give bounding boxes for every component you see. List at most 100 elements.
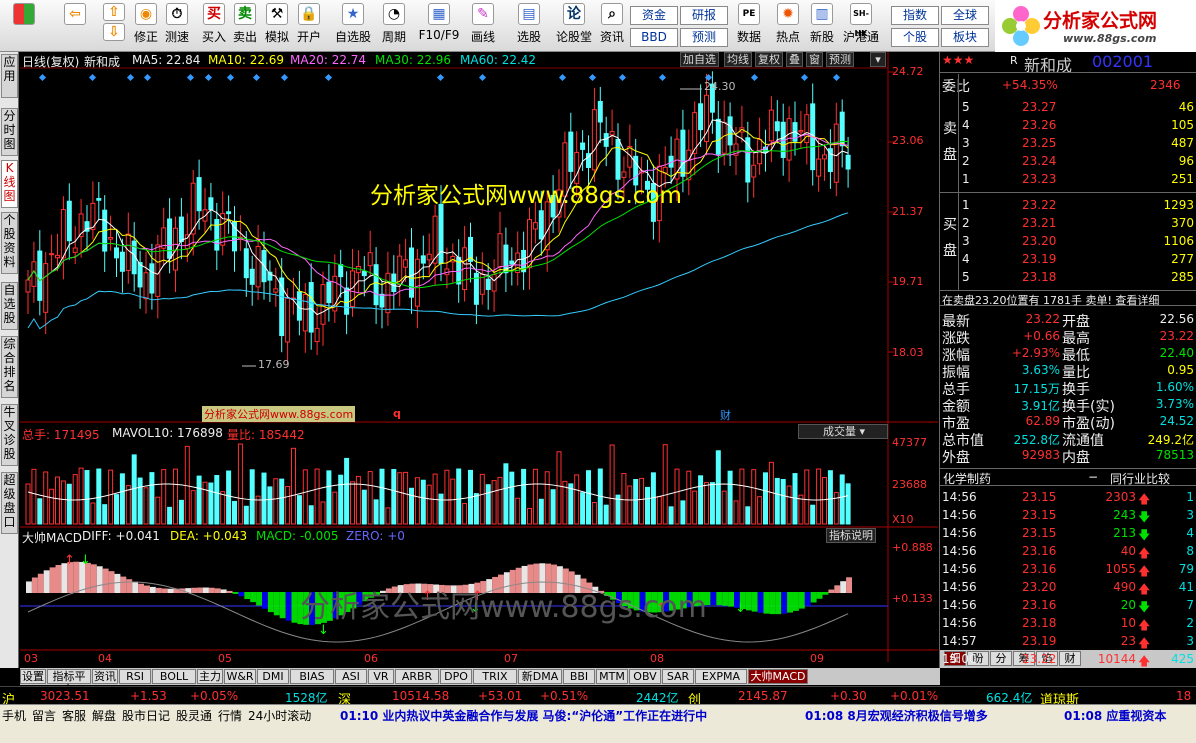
panel-tab[interactable]: 财 [1059, 651, 1081, 666]
tab-intraday[interactable]: 分时图 [1, 108, 18, 156]
buy-price[interactable]: 23.18 [1022, 270, 1056, 284]
buy-price[interactable]: 23.22 [1022, 198, 1056, 212]
sh-index[interactable]: 3023.51 [40, 689, 90, 703]
back-icon[interactable]: ⇦ [58, 3, 92, 49]
indicator-tab[interactable]: EXPMA [695, 669, 747, 684]
data-button[interactable]: PE 数据 [735, 3, 763, 49]
tab-watchlist[interactable]: 自选股 [1, 282, 18, 330]
indicator-tab[interactable]: OBV [629, 669, 661, 684]
indicator-tab[interactable]: MTM [596, 669, 628, 684]
global-button[interactable]: 全球 [941, 6, 989, 25]
sell-price[interactable]: 23.27 [1022, 100, 1056, 114]
kline-canvas[interactable]: ↑ ↓↑↓↑↓↑ ↓ [20, 52, 938, 668]
buy-price[interactable]: 23.20 [1022, 234, 1056, 248]
tab-kline[interactable]: K线图 [1, 160, 18, 208]
buy-price[interactable]: 23.21 [1022, 216, 1056, 230]
period-button[interactable]: ◔ 周期 [377, 3, 411, 49]
ipo-button[interactable]: ▥ 新股 [808, 3, 836, 49]
indicator-tab[interactable]: BIAS [290, 669, 334, 684]
sell-price[interactable]: 23.24 [1022, 154, 1056, 168]
indicator-tab[interactable]: BBI [563, 669, 595, 684]
indicator-tab[interactable]: DMI [257, 669, 289, 684]
hk-connect-button[interactable]: SH-HK 沪港通 [842, 3, 880, 49]
big-order-notice[interactable]: 在卖盘23.20位置有 1781手 卖单! 查看详细 [942, 292, 1159, 308]
tab-apps[interactable]: 应用 [1, 54, 18, 98]
panel-tab[interactable]: 分 [990, 651, 1012, 666]
indicator-tab[interactable]: TRIX [473, 669, 517, 684]
industry-toggle-icon[interactable]: − [1088, 470, 1098, 484]
ma-button[interactable]: 均线 [724, 52, 752, 67]
indicator-tab[interactable]: ARBR [395, 669, 439, 684]
footer-link[interactable]: 股市日记 [122, 707, 170, 724]
indicator-tab[interactable]: DPO [440, 669, 472, 684]
macd-bar [722, 592, 729, 606]
indicator-tab[interactable]: VR [368, 669, 394, 684]
news-button[interactable]: ⌕ 资讯 [598, 3, 626, 49]
indicator-tab[interactable]: 主力 [197, 669, 223, 684]
sell-button[interactable]: 卖卖出 [231, 3, 259, 49]
buy-button[interactable]: 买买入 [200, 3, 228, 49]
indicator-tab[interactable]: BOLL [152, 669, 196, 684]
stock-picker-button[interactable]: ▤ 选股 [512, 3, 546, 49]
footer-link[interactable]: 解盘 [92, 707, 116, 724]
window-button[interactable]: 窗 [806, 52, 823, 67]
indicator-tab[interactable]: RSI [119, 669, 151, 684]
news-item-2[interactable]: 01:08 8月宏观经济积极信号增多 [805, 707, 988, 724]
footer-link[interactable]: 24小时滚动 [248, 707, 311, 724]
indicator-tab[interactable]: 指标平台 [47, 669, 91, 696]
research-button[interactable]: 研报 [680, 6, 728, 25]
tab-ranking[interactable]: 综合排名 [1, 336, 18, 398]
tab-profile[interactable]: 个股资料 [1, 212, 18, 274]
indicator-tab[interactable]: 大帅MACD [748, 669, 808, 684]
sell-price[interactable]: 23.25 [1022, 136, 1056, 150]
simulate-button[interactable]: ⚒ 模拟 [263, 3, 291, 49]
footer-link[interactable]: 行情 [218, 707, 242, 724]
sell-price[interactable]: 23.23 [1022, 172, 1056, 186]
indicator-tab[interactable]: 设置 [20, 669, 46, 684]
news-item-3[interactable]: 01:08 应重视资本 [1064, 707, 1166, 724]
macd-bar [208, 587, 215, 593]
open-account-button[interactable]: 🔒 开户 [295, 3, 323, 49]
sector-button[interactable]: 板块 [941, 28, 989, 47]
forum-button[interactable]: 论论股堂 [555, 3, 593, 49]
add-watchlist-button[interactable]: 加自选 [680, 52, 719, 67]
indicator-tab[interactable]: W&R [224, 669, 256, 684]
indicator-tab[interactable]: ASI [335, 669, 367, 684]
f10-button[interactable]: ▦ F10/F9 [418, 3, 460, 49]
industry-compare-button[interactable]: 同行业比较 [1110, 470, 1170, 487]
stocks-button[interactable]: 个股 [891, 28, 939, 47]
app-logo-icon[interactable] [4, 3, 44, 49]
sz-index[interactable]: 10514.58 [392, 689, 449, 703]
indicator-tab[interactable]: SAR [662, 669, 694, 684]
kline-chart-area[interactable]: ↑ ↓ ↑ ↓ ↑ ↓ ↑ ↓ 日线(复权) 新和成 MA5: 22.84 MA10: 22.… [20, 52, 938, 668]
bbd-button[interactable]: BBD [630, 28, 678, 47]
quote-value-2: 1.60% [1155, 380, 1194, 394]
tab-orderbook[interactable]: 超级盘口 [1, 472, 18, 534]
news-item-1[interactable]: 01:10 业内热议中英金融合作与发展 马俊:“沪伦通”工作正在进行中 [340, 707, 707, 724]
hotspot-button[interactable]: ✹ 热点 [774, 3, 802, 49]
footer-link[interactable]: 股灵通 [176, 707, 212, 724]
indicator-tab[interactable]: 资讯 [92, 669, 118, 684]
tab-diagnosis[interactable]: 牛叉诊股 [1, 404, 18, 466]
indicator-help-button[interactable]: 指标说明 [826, 528, 876, 543]
footer-link[interactable]: 手机 [2, 707, 26, 724]
updown-button[interactable]: ⇧ ⇩ [100, 3, 128, 49]
forecast-button[interactable]: 预测 [680, 28, 728, 47]
fix-button[interactable]: ◉ 修正 [132, 3, 160, 49]
capital-button[interactable]: 资金 [630, 6, 678, 25]
speedtest-button[interactable]: ⏱ 测速 [163, 3, 191, 49]
index-button[interactable]: 指数 [891, 6, 939, 25]
footer-link[interactable]: 客服 [62, 707, 86, 724]
indicator-tab[interactable]: 新DMA [518, 669, 562, 684]
footer-link[interactable]: 留言 [32, 707, 56, 724]
cy-index[interactable]: 2145.87 [738, 689, 788, 703]
chart-menu-icon[interactable]: ▾ [870, 52, 886, 67]
draw-line-button[interactable]: ✎ 画线 [466, 3, 500, 49]
adjust-button[interactable]: 复权 [755, 52, 783, 67]
overlay-button[interactable]: 叠 [786, 52, 803, 67]
watchlist-button[interactable]: ★ 自选股 [333, 3, 373, 49]
sell-price[interactable]: 23.26 [1022, 118, 1056, 132]
forecast-chart-button[interactable]: 预测 [826, 52, 854, 67]
volume-indicator-dropdown[interactable]: 成交量 ▾ [798, 424, 888, 439]
buy-price[interactable]: 23.19 [1022, 252, 1056, 266]
